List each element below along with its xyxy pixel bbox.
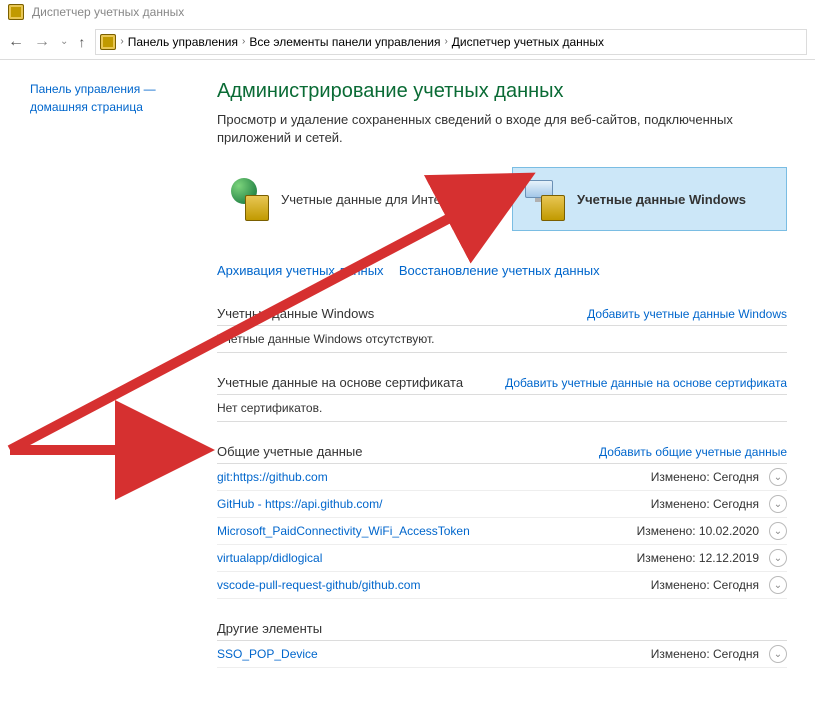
chevron-down-icon[interactable]: ⌄ (769, 468, 787, 486)
entry-modified: Изменено: Сегодня (651, 647, 759, 661)
chevron-right-icon[interactable]: › (120, 36, 123, 47)
page-description: Просмотр и удаление сохраненных сведений… (217, 111, 787, 147)
credential-type-tiles: Учетные данные для Интернета Учетные дан… (217, 167, 787, 231)
action-links: Архивация учетных данных Восстановление … (217, 263, 787, 278)
breadcrumb[interactable]: › Панель управления › Все элементы панел… (95, 29, 807, 55)
restore-credentials-link[interactable]: Восстановление учетных данных (399, 263, 600, 278)
web-credentials-tile[interactable]: Учетные данные для Интернета (217, 167, 492, 231)
credentials-section: Учетные данные Windows Добавить учетные д… (217, 302, 787, 353)
title-bar: Диспетчер учетных данных (0, 0, 815, 24)
breadcrumb-item-2[interactable]: Диспетчер учетных данных (452, 35, 604, 49)
chevron-down-icon[interactable]: ⌄ (769, 495, 787, 513)
entry-meta-wrap: Изменено: Сегодня ⌄ (651, 468, 787, 486)
chevron-down-icon[interactable]: ⌄ (769, 576, 787, 594)
section-header: Учетные данные Windows Добавить учетные д… (217, 302, 787, 326)
breadcrumb-icon (100, 34, 116, 50)
entry-modified: Изменено: 12.12.2019 (637, 551, 759, 565)
entry-modified: Изменено: Сегодня (651, 497, 759, 511)
chevron-right-icon[interactable]: › (242, 36, 245, 47)
tile-label: Учетные данные Windows (577, 192, 746, 207)
entry-modified: Изменено: 10.02.2020 (637, 524, 759, 538)
entry-name[interactable]: GitHub - https://api.github.com/ (217, 497, 382, 511)
back-button[interactable]: ← (8, 33, 24, 51)
chevron-down-icon[interactable]: ⌄ (769, 549, 787, 567)
section-title: Учетные данные на основе сертификата (217, 375, 463, 390)
main-panel: Администрирование учетных данных Просмот… (213, 60, 815, 706)
section-title: Общие учетные данные (217, 444, 363, 459)
entry-meta-wrap: Изменено: 10.02.2020 ⌄ (637, 522, 787, 540)
section-title: Другие элементы (217, 621, 322, 636)
breadcrumb-item-0[interactable]: Панель управления (128, 35, 238, 49)
control-panel-home-link[interactable]: Панель управления — домашняя страница (30, 80, 201, 116)
section-header: Другие элементы (217, 617, 787, 641)
forward-button[interactable]: → (34, 33, 50, 51)
section-empty-message: Учетные данные Windows отсутствуют. (217, 326, 787, 353)
chevron-right-icon[interactable]: › (444, 36, 447, 47)
credential-entry[interactable]: vscode-pull-request-github/github.com Изм… (217, 572, 787, 599)
credential-entry[interactable]: git:https://github.com Изменено: Сегодня ⌄ (217, 464, 787, 491)
credential-entry[interactable]: SSO_POP_DeviceИзменено: Сегодня⌄ (217, 641, 787, 668)
section-header: Общие учетные данные Добавить общие учетн… (217, 440, 787, 464)
entry-modified: Изменено: Сегодня (651, 470, 759, 484)
entry-name[interactable]: virtualapp/didlogical (217, 551, 322, 565)
breadcrumb-item-1[interactable]: Все элементы панели управления (249, 35, 440, 49)
app-icon (8, 4, 24, 20)
section-title: Учетные данные Windows (217, 306, 374, 321)
globe-safe-icon (225, 176, 271, 222)
entry-modified: Изменено: Сегодня (651, 578, 759, 592)
credential-entry[interactable]: virtualapp/didlogical Изменено: 12.12.201… (217, 545, 787, 572)
add-credential-link[interactable]: Добавить учетные данные на основе сертиф… (505, 376, 787, 390)
computer-safe-icon (521, 176, 567, 222)
entry-meta-wrap: Изменено: 12.12.2019 ⌄ (637, 549, 787, 567)
entry-name[interactable]: git:https://github.com (217, 470, 328, 484)
credential-entry[interactable]: Microsoft_PaidConnectivity_WiFi_AccessTo… (217, 518, 787, 545)
windows-credentials-tile[interactable]: Учетные данные Windows (512, 167, 787, 231)
credentials-section: Учетные данные на основе сертификата Доба… (217, 371, 787, 422)
tile-label: Учетные данные для Интернета (281, 192, 475, 207)
entry-name[interactable]: Microsoft_PaidConnectivity_WiFi_AccessTo… (217, 524, 470, 538)
nav-bar: ← → ⌄ ↑ › Панель управления › Все элемен… (0, 24, 815, 60)
up-button[interactable]: ↑ (78, 34, 85, 50)
sidebar: Панель управления — домашняя страница (0, 60, 213, 706)
entry-name[interactable]: SSO_POP_Device (217, 647, 318, 661)
entry-meta-wrap: Изменено: Сегодня ⌄ (651, 495, 787, 513)
window-title: Диспетчер учетных данных (32, 5, 184, 19)
credential-entry[interactable]: GitHub - https://api.github.com/Изменено… (217, 491, 787, 518)
chevron-down-icon[interactable]: ⌄ (769, 522, 787, 540)
backup-credentials-link[interactable]: Архивация учетных данных (217, 263, 384, 278)
section-empty-message: Нет сертификатов. (217, 395, 787, 422)
history-dropdown-icon[interactable]: ⌄ (60, 36, 68, 47)
credentials-section: Общие учетные данные Добавить общие учетн… (217, 440, 787, 599)
section-header: Учетные данные на основе сертификата Доба… (217, 371, 787, 395)
page-title: Администрирование учетных данных (217, 80, 787, 103)
entry-meta-wrap: Изменено: Сегодня ⌄ (651, 576, 787, 594)
entry-name[interactable]: vscode-pull-request-github/github.com (217, 578, 420, 592)
add-credential-link[interactable]: Добавить учетные данные Windows (587, 307, 787, 321)
add-credential-link[interactable]: Добавить общие учетные данные (599, 445, 787, 459)
